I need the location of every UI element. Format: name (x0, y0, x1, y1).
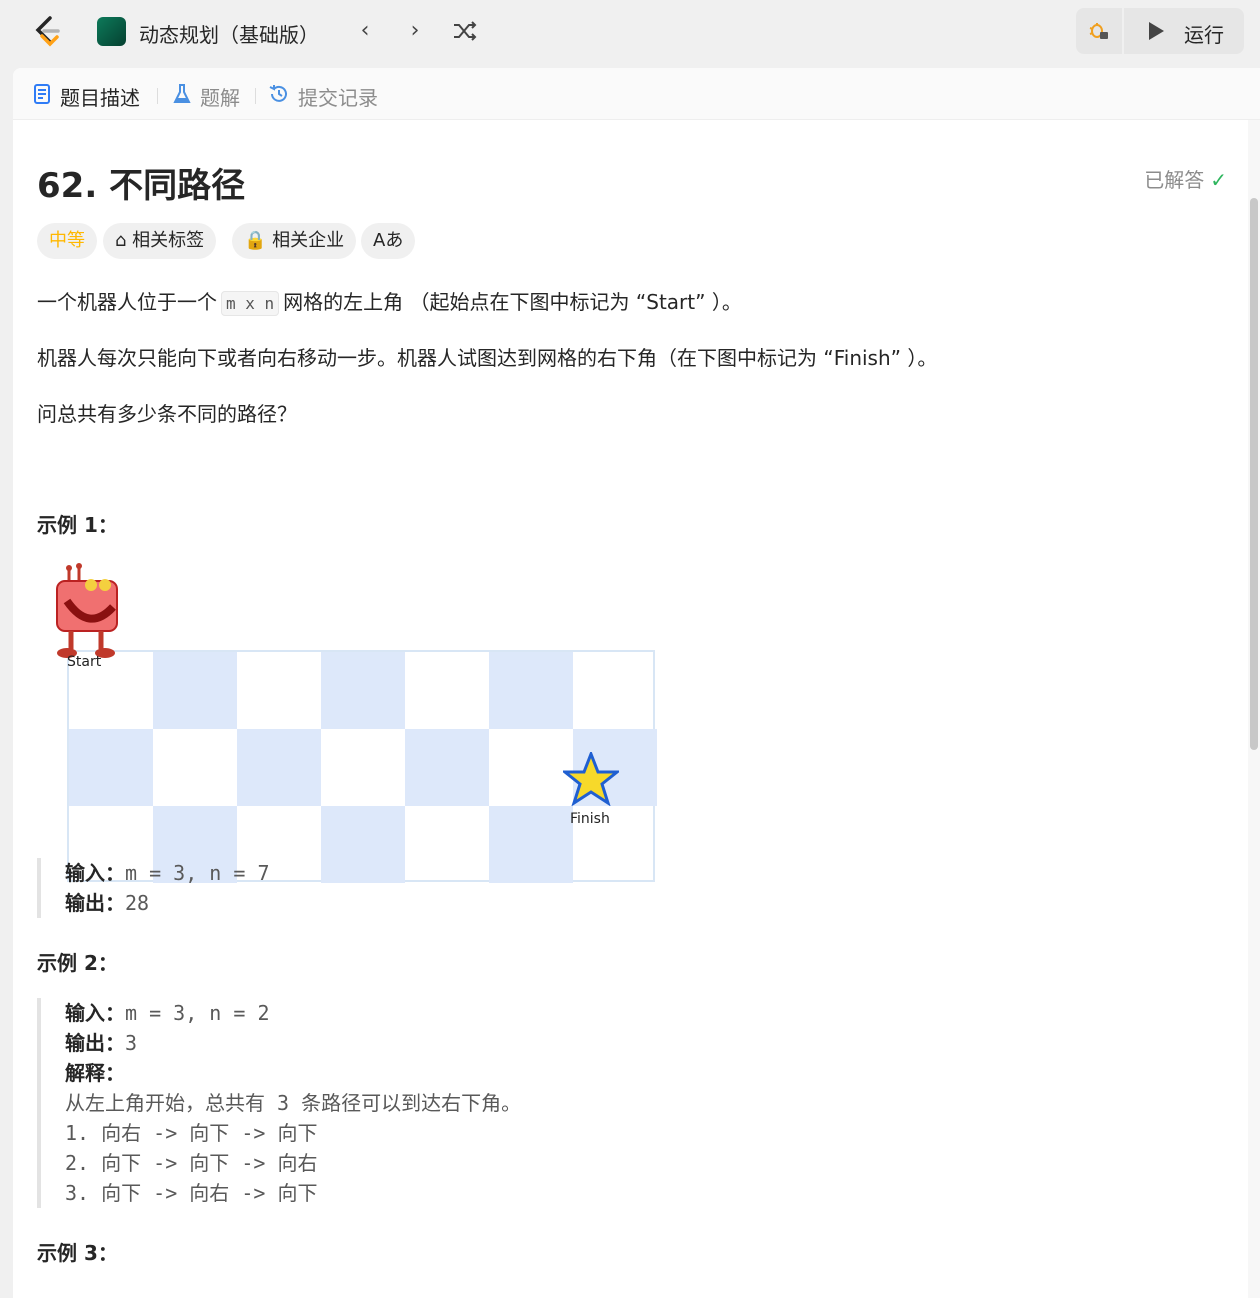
related-tags-button[interactable]: ⌂ 相关标签 (103, 223, 217, 259)
grid-cell (489, 806, 573, 883)
example-1-block: 输入：m = 3, n = 7 输出：28 (37, 858, 270, 918)
grid-cell (237, 652, 321, 729)
example-2-block: 输入：m = 3, n = 2 输出：3 解释： 从左上角开始，总共有 3 条路… (37, 998, 521, 1208)
tab-solutions[interactable]: 题解 (200, 82, 240, 111)
example-2-explain-label: 解释： (65, 1061, 125, 1085)
tag-icon: ⌂ (115, 230, 127, 251)
description-paragraph-1: 一个机器人位于一个 m x n 网格的左上角 （起始点在下图中标记为 “Start”… (37, 286, 742, 316)
problem-panel: 题目描述 题解 提交记录 62. 不同路径 已解答 ✓ 中等 ⌂ 相关标签 🔒 相… (13, 68, 1260, 1298)
grid-cell (489, 729, 573, 806)
desc-text: 网格的左上角 （起始点在下图中标记为 “Start” ）。 (283, 290, 742, 314)
grid-cell (489, 652, 573, 729)
example-3-title: 示例 3： (37, 1241, 118, 1265)
description-paragraph-3: 问总共有多少条不同的路径？ (37, 402, 297, 426)
bug-lock-icon (1089, 23, 1108, 39)
finish-label: Finish (570, 811, 610, 827)
star-icon (563, 752, 619, 806)
tab-submissions[interactable]: 提交记录 (298, 82, 378, 111)
related-companies-button[interactable]: 🔒 相关企业 (232, 223, 357, 259)
chevron-left-icon[interactable]: ‹ (350, 16, 380, 46)
example-2-explain: 从左上角开始，总共有 3 条路径可以到达右下角。 (65, 1091, 522, 1115)
example-2-output: 输出：3 (65, 1031, 138, 1055)
chevron-right-icon[interactable]: › (400, 16, 430, 46)
description-icon (34, 84, 50, 104)
top-bar: 动态规划（基础版） ‹ › 运行 (0, 0, 1260, 64)
example-1-output: 输出：28 (65, 891, 150, 915)
grid-cell (573, 652, 657, 729)
grid-cell (405, 729, 489, 806)
example-2-title: 示例 2： (37, 951, 118, 975)
related-companies-label: 相关企业 (272, 230, 345, 251)
example-1-title: 示例 1： (37, 513, 118, 537)
leetcode-logo-icon[interactable] (30, 14, 64, 48)
grid-cell (405, 806, 489, 883)
tab-description[interactable]: 题目描述 (60, 82, 140, 111)
translate-button[interactable]: Aあ (361, 223, 416, 259)
shuffle-icon[interactable] (450, 16, 480, 46)
grid-cell (153, 652, 237, 729)
problem-title: 62. 不同路径 (37, 166, 246, 206)
study-plan-icon[interactable] (97, 17, 126, 46)
path-line: 3. 向下 -> 向右 -> 向下 (65, 1181, 318, 1205)
history-icon (269, 85, 287, 102)
tab-divider (255, 88, 256, 104)
inline-code: m x n (221, 291, 280, 316)
grid-cell (237, 729, 321, 806)
translate-icon: Aあ (373, 230, 404, 251)
description-paragraph-2: 机器人每次只能向下或者向右移动一步。机器人试图达到网格的右下角（在下图中标记为 … (37, 346, 938, 370)
grid-cell (405, 652, 489, 729)
path-line: 1. 向右 -> 向下 -> 向下 (65, 1121, 318, 1145)
solved-status: 已解答 ✓ (1144, 164, 1227, 193)
tab-divider (157, 88, 158, 104)
start-label: Start (67, 654, 102, 670)
study-plan-title[interactable]: 动态规划（基础版） (139, 19, 319, 48)
path-line: 2. 向下 -> 向下 -> 向右 (65, 1151, 318, 1175)
run-button[interactable]: 运行 (1124, 8, 1244, 54)
run-label: 运行 (1184, 23, 1224, 47)
scrollbar[interactable] (1248, 120, 1260, 1298)
related-tags-label: 相关标签 (132, 230, 205, 251)
lock-icon: 🔒 (244, 230, 267, 251)
desc-text: 一个机器人位于一个 (37, 290, 217, 314)
debug-button[interactable] (1076, 8, 1122, 54)
grid-cell (153, 729, 237, 806)
difficulty-badge[interactable]: 中等 (37, 223, 97, 259)
play-icon (1149, 22, 1164, 40)
example-1-input: 输入：m = 3, n = 7 (65, 861, 270, 885)
scroll-thumb[interactable] (1250, 198, 1258, 750)
grid-cell (321, 806, 405, 883)
grid-cell (321, 729, 405, 806)
grid-cell (69, 729, 153, 806)
solved-label: 已解答 (1144, 168, 1205, 192)
example-2-input: 输入：m = 3, n = 2 (65, 1001, 270, 1025)
tab-bar: 题目描述 题解 提交记录 (13, 68, 1260, 120)
grid-cell (321, 652, 405, 729)
flask-icon (173, 84, 191, 103)
check-circle-icon: ✓ (1210, 168, 1227, 192)
